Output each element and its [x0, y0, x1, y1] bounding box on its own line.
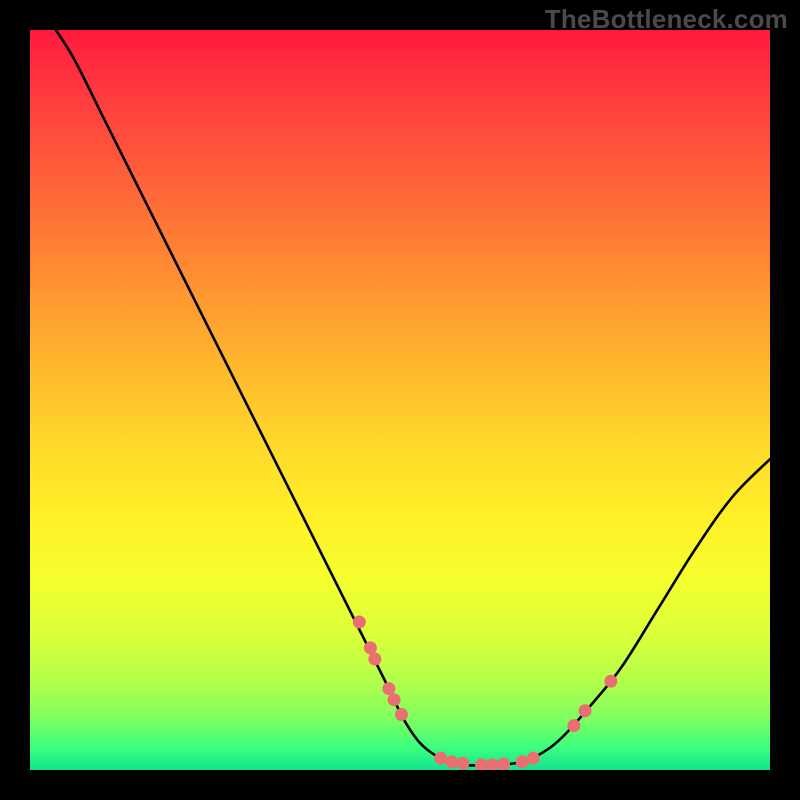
data-point: [475, 758, 488, 770]
data-point: [527, 752, 540, 765]
data-point: [604, 675, 617, 688]
data-point: [434, 752, 447, 765]
data-point: [456, 757, 469, 770]
data-point: [486, 758, 499, 770]
data-point: [497, 758, 510, 770]
plot-area: [30, 30, 770, 770]
data-point: [382, 682, 395, 695]
data-point: [579, 704, 592, 717]
bottleneck-curve: [56, 30, 770, 765]
data-point: [364, 641, 377, 654]
data-point: [516, 755, 529, 768]
watermark-text: TheBottleneck.com: [545, 4, 788, 35]
data-point: [368, 653, 381, 666]
data-point: [388, 693, 401, 706]
data-point: [445, 755, 458, 768]
chart-container: TheBottleneck.com: [0, 0, 800, 800]
chart-svg: [30, 30, 770, 770]
data-point: [353, 616, 366, 629]
data-point: [567, 719, 580, 732]
data-point: [395, 708, 408, 721]
